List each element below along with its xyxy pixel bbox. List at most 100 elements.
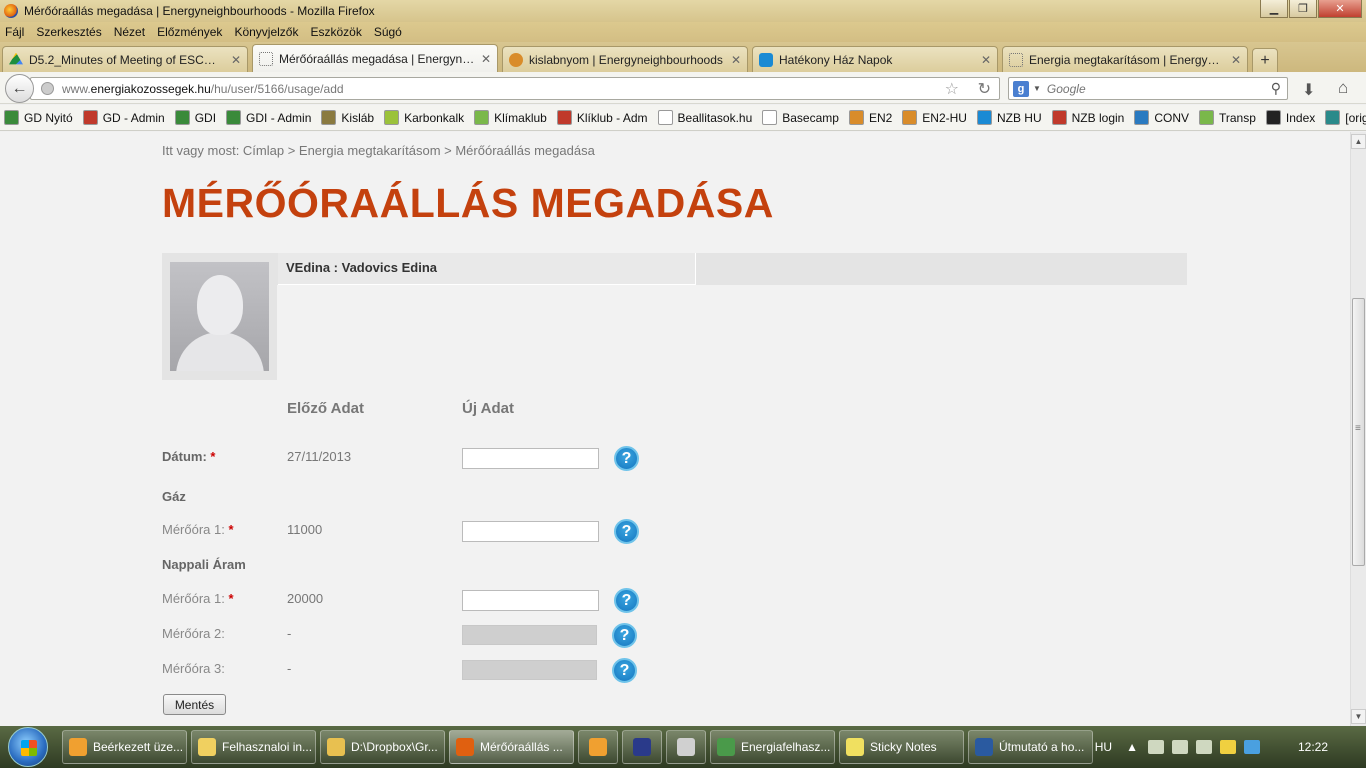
taskbar-item[interactable]: Beérkezett üze... (62, 730, 187, 764)
power-meter1-label: Mérőóra 1: * (162, 591, 234, 606)
save-button[interactable]: Mentés (163, 694, 226, 715)
bookmark-label: [origo] (1345, 110, 1366, 125)
taskbar-item[interactable]: Mérőóraállás ... (449, 730, 574, 764)
start-button[interactable] (8, 727, 48, 767)
bookmark-item[interactable]: Basecamp (762, 110, 839, 125)
required-marker: * (228, 522, 234, 537)
gas-meter1-help-icon[interactable]: ? (614, 519, 639, 544)
clock[interactable]: 12:22 (1298, 740, 1328, 754)
tab-kislabnyom[interactable]: kislabnyom | Energyneighbourhoods ✕ (502, 46, 748, 72)
menu-bookmarks[interactable]: Könyvjelzők (234, 25, 298, 39)
bookmark-item[interactable]: Index (1265, 110, 1316, 125)
menu-help[interactable]: Súgó (374, 25, 402, 39)
scroll-thumb[interactable] (1352, 298, 1365, 566)
power-meter1-input[interactable] (462, 590, 599, 611)
tray-expand-icon[interactable]: ▲ (1126, 740, 1138, 754)
bookmark-item[interactable]: [origo] (1325, 110, 1366, 125)
menu-file[interactable]: Fájl (5, 25, 24, 39)
nzb-icon (759, 52, 773, 67)
tab-meter-reading[interactable]: Mérőóraállás megadása | Energyneig... ✕ (252, 44, 498, 72)
avatar-silhouette-head (197, 275, 243, 335)
bookmark-item[interactable]: Klímaklub (474, 110, 547, 125)
bookmark-item[interactable]: Beallitasok.hu (657, 110, 752, 125)
taskbar-item[interactable]: Felhasznaloi in... (191, 730, 316, 764)
taskbar-item[interactable]: D:\Dropbox\Gr... (320, 730, 445, 764)
tab-hatekony-haz[interactable]: Hatékony Ház Napok ✕ (752, 46, 998, 72)
menu-edit[interactable]: Szerkesztés (36, 25, 101, 39)
maximize-button[interactable]: ❐ (1289, 0, 1317, 18)
language-indicator[interactable]: HU (1095, 740, 1112, 754)
search-icon[interactable]: ⚲ (1271, 80, 1281, 97)
bookmark-label: NZB login (1071, 110, 1125, 125)
taskbar-item-label: Útmutató a ho... (999, 740, 1085, 754)
taskbar-item[interactable]: Útmutató a ho... (968, 730, 1093, 764)
power-meter3-help-icon[interactable]: ? (612, 658, 637, 683)
power-meter2-help-icon[interactable]: ? (612, 623, 637, 648)
close-button[interactable]: ✕ (1318, 0, 1362, 18)
menu-tools[interactable]: Eszközök (310, 25, 361, 39)
dropbox-icon[interactable] (1243, 740, 1260, 754)
sticky-notes-tray-icon[interactable] (1219, 740, 1236, 754)
bookmark-item[interactable]: GD - Admin (82, 110, 165, 125)
bookmark-item[interactable]: Transp (1199, 110, 1256, 125)
search-bar[interactable]: g ▼ ⚲ (1008, 77, 1288, 100)
bookmark-item[interactable]: EN2 (848, 110, 892, 125)
tab-close-icon[interactable]: ✕ (731, 53, 741, 67)
bookmark-item[interactable]: NZB HU (976, 110, 1042, 125)
floppy-icon[interactable] (622, 730, 662, 764)
home-icon[interactable]: ⌂ (1338, 78, 1348, 98)
chevron-down-icon[interactable]: ▼ (1033, 84, 1041, 93)
bookmark-favicon-icon (1265, 110, 1281, 125)
avatar (170, 262, 269, 371)
bookmark-label: GDI (194, 110, 217, 125)
bookmark-item[interactable]: EN2-HU (902, 110, 967, 125)
url-bar[interactable]: www.energiakozossegek.hu/hu/user/5166/us… (30, 77, 1000, 100)
bookmark-item[interactable]: GD Nyitó (4, 110, 73, 125)
blank-page-icon (1009, 52, 1023, 67)
bookmark-favicon-icon (902, 110, 918, 125)
scroll-up-icon[interactable]: ▲ (1351, 134, 1366, 149)
tab-close-icon[interactable]: ✕ (481, 52, 491, 66)
bookmark-star-icon[interactable]: ☆ (945, 79, 959, 99)
date-help-icon[interactable]: ? (614, 446, 639, 471)
tab-close-icon[interactable]: ✕ (981, 53, 991, 67)
download-icon[interactable]: ⬇ (1302, 80, 1315, 100)
bookmark-item[interactable]: CONV (1134, 110, 1189, 125)
bookmark-favicon-icon (82, 110, 98, 125)
reload-icon[interactable]: ↻ (978, 79, 991, 99)
tab-label: Hatékony Ház Napok (779, 52, 893, 67)
tab-energy-savings[interactable]: Energia megtakarításom | Energyneig... ✕ (1002, 46, 1248, 72)
bookmark-item[interactable]: Karbonkalk (384, 110, 464, 125)
date-input[interactable] (462, 448, 599, 469)
google-icon: g (1013, 80, 1029, 97)
bookmark-item[interactable]: NZB login (1051, 110, 1125, 125)
network-icon[interactable] (1171, 740, 1188, 754)
menu-view[interactable]: Nézet (114, 25, 145, 39)
search-input[interactable] (1046, 81, 1267, 96)
media-player-icon[interactable] (578, 730, 618, 764)
tray-app-icon[interactable] (1147, 740, 1164, 754)
bookmark-item[interactable]: Klíklub - Adm (556, 110, 648, 125)
tab-close-icon[interactable]: ✕ (231, 53, 241, 67)
scroll-down-icon[interactable]: ▼ (1351, 709, 1366, 724)
new-tab-button[interactable]: + (1252, 48, 1278, 72)
tab-minutes[interactable]: D5.2_Minutes of Meeting of ESCO an... ✕ (2, 46, 248, 72)
taskbar-item[interactable]: Energiafelhasz... (710, 730, 835, 764)
power-meter1-help-icon[interactable]: ? (614, 588, 639, 613)
user-panel: VEdina : Vadovics Edina (162, 253, 1187, 285)
taskbar-item[interactable]: Sticky Notes (839, 730, 964, 764)
bookmark-item[interactable]: GDI - Admin (226, 110, 311, 125)
vertical-scrollbar[interactable]: ▲ ▼ (1350, 132, 1366, 726)
bookmark-label: Index (1285, 110, 1316, 125)
menu-history[interactable]: Előzmények (157, 25, 222, 39)
page-content: Itt vagy most: Címlap > Energia megtakar… (0, 132, 1350, 726)
back-button[interactable]: ← (5, 74, 34, 103)
gas-meter1-input[interactable] (462, 521, 599, 542)
bookmark-item[interactable]: Kisláb (321, 110, 374, 125)
calculator-icon[interactable] (666, 730, 706, 764)
tab-close-icon[interactable]: ✕ (1231, 53, 1241, 67)
volume-icon[interactable] (1195, 740, 1212, 754)
minimize-button[interactable]: ▁ (1260, 0, 1288, 18)
firefox-icon (4, 4, 18, 18)
bookmark-item[interactable]: GDI (174, 110, 217, 125)
